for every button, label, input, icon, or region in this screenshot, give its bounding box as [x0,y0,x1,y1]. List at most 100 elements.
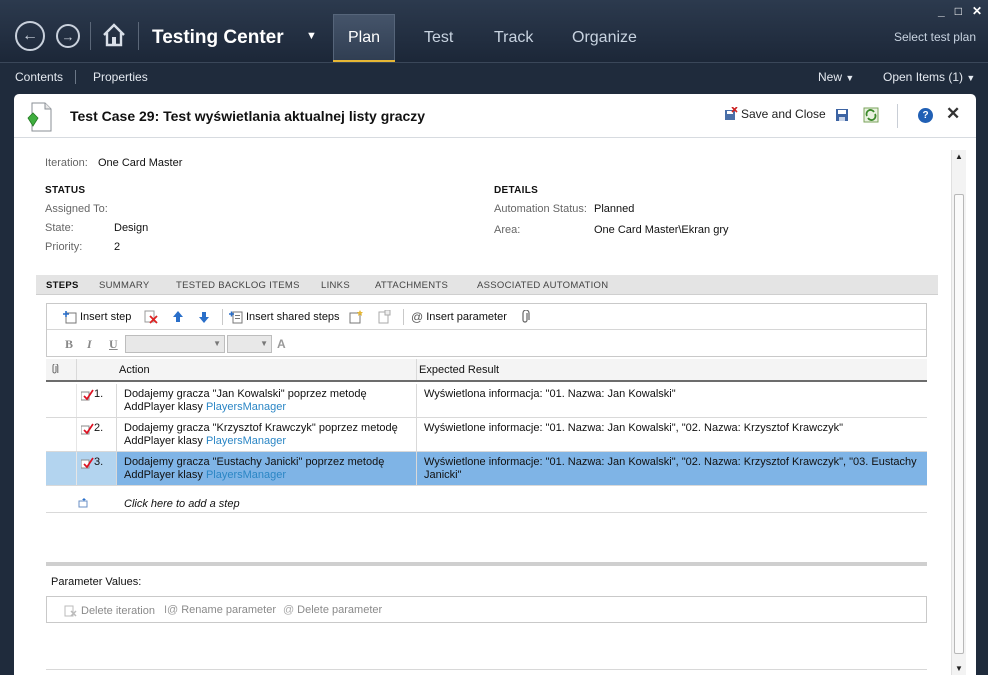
home-button[interactable] [101,22,127,48]
toolbar-divider [222,309,223,325]
move-up-icon[interactable] [171,310,185,324]
insert-step-button[interactable]: Insert step [63,310,131,324]
font-family-select[interactable]: ▼ [125,335,225,353]
test-case-tabs: STEPS SUMMARY TESTED BACKLOG ITEMS LINKS… [36,275,938,295]
table-row[interactable]: 2. Dodajemy gracza "Krzysztof Krawczyk" … [46,418,927,452]
test-case-icon [27,102,52,132]
back-button[interactable]: ← [15,21,45,51]
open-shared-steps-icon[interactable] [377,310,391,324]
insert-step-label: Insert step [80,311,132,323]
column-divider [416,359,417,380]
parameter-toolbar: Delete iteration I@ Rename parameter @ D… [46,596,927,623]
tab-track[interactable]: Track [494,29,533,47]
action-cell[interactable]: Dodajemy gracza "Krzysztof Krawczyk" pop… [116,418,416,451]
column-divider [76,359,77,380]
underline-button[interactable]: U [109,337,118,352]
save-icon[interactable] [834,107,850,123]
column-header-action[interactable]: Action [119,364,150,376]
open-items-menu[interactable]: Open Items (1) ▼ [883,70,975,84]
tab-attachments[interactable]: ATTACHMENTS [375,280,448,291]
chevron-down-icon: ▼ [966,73,976,83]
select-test-plan-link[interactable]: Select test plan [894,30,976,44]
expected-result-cell[interactable]: Wyświetlone informacje: "01. Nazwa: Jan … [416,418,927,451]
forward-button[interactable]: → [56,24,80,48]
expected-result-cell[interactable]: Wyświetlona informacja: "01. Nazwa: Jan … [416,384,927,417]
arrow-right-icon: → [61,28,75,44]
insert-parameter-button[interactable]: @ Insert parameter [411,310,507,324]
action-cell[interactable]: Dodajemy gracza "Jan Kowalski" poprzez m… [116,384,416,417]
parameter-values-label: Parameter Values: [51,576,142,588]
players-manager-link[interactable]: PlayersManager [206,469,286,481]
create-shared-steps-icon[interactable] [349,310,363,324]
insert-shared-steps-button[interactable]: Insert shared steps [229,310,340,324]
font-size-select[interactable]: ▼ [227,335,272,353]
expected-result-cell[interactable]: Wyświetlone informacje: "01. Nazwa: Jan … [416,452,927,485]
tab-organize[interactable]: Organize [572,29,637,47]
rename-parameter-button[interactable]: I@ Rename parameter [164,604,276,616]
maximize-button[interactable]: □ [955,4,962,18]
column-header-expected-result[interactable]: Expected Result [419,364,499,376]
save-and-close-label: Save and Close [741,107,826,121]
tab-plan[interactable]: Plan [348,29,380,47]
paperclip-icon[interactable] [519,310,533,324]
step-number: 2. [94,422,104,434]
action-text: Dodajemy gracza "Jan Kowalski" poprzez m… [124,388,416,414]
move-down-icon[interactable] [197,310,211,324]
minimize-button[interactable]: _ [938,4,945,18]
table-row-selected[interactable]: 3. Dodajemy gracza "Eustachy Janicki" po… [46,452,927,486]
pane-splitter[interactable] [46,562,927,566]
new-menu[interactable]: New ▼ [818,70,854,84]
add-step-placeholder: Click here to add a step [124,498,240,510]
scrollbar-thumb[interactable] [954,194,964,654]
priority-value[interactable]: 2 [114,241,120,253]
bold-button[interactable]: B [65,337,73,352]
add-step-row[interactable]: Click here to add a step [46,495,927,513]
players-manager-link[interactable]: PlayersManager [206,401,286,413]
tab-tested-backlog-items[interactable]: TESTED BACKLOG ITEMS [176,280,300,291]
action-line: Dodajemy gracza "Eustachy Janicki" poprz… [124,456,385,468]
scroll-down-arrow-icon[interactable]: ▼ [955,664,963,673]
chevron-down-icon[interactable]: ▼ [306,30,317,42]
formatting-row: B I U ▼ ▼ A [47,331,926,357]
font-color-icon[interactable]: A [277,337,286,351]
rename-parameter-icon: I@ [164,604,179,616]
close-document-icon[interactable]: ✕ [946,104,960,124]
state-value[interactable]: Design [114,222,148,234]
delete-iteration-button[interactable]: Delete iteration [64,604,155,618]
step-number-cell: 1. [76,384,116,417]
delete-parameter-button[interactable]: @ Delete parameter [283,604,382,616]
iteration-value[interactable]: One Card Master [98,157,182,169]
action-cell[interactable]: Dodajemy gracza "Eustachy Janicki" poprz… [116,452,416,485]
refresh-icon[interactable] [863,107,879,123]
insert-shared-steps-label: Insert shared steps [246,311,340,323]
scroll-up-arrow-icon[interactable]: ▲ [955,152,963,161]
automation-status-value[interactable]: Planned [594,203,634,215]
close-window-button[interactable]: ✕ [972,4,982,18]
players-manager-link[interactable]: PlayersManager [206,435,286,447]
tab-steps[interactable]: STEPS [46,280,79,291]
vertical-scrollbar[interactable]: ▲ ▼ [951,150,966,675]
chevron-down-icon: ▼ [213,339,221,348]
action-line: Dodajemy gracza "Jan Kowalski" poprzez m… [124,388,367,400]
italic-button[interactable]: I [87,337,92,352]
test-case-document: Test Case 29: Test wyświetlania aktualne… [14,94,976,675]
table-row[interactable]: 1. Dodajemy gracza "Jan Kowalski" poprze… [46,384,927,418]
action-line: Dodajemy gracza "Krzysztof Krawczyk" pop… [124,422,398,434]
tab-associated-automation[interactable]: ASSOCIATED AUTOMATION [477,280,608,291]
assigned-to-label: Assigned To: [45,203,108,215]
contents-link[interactable]: Contents [15,70,63,84]
insert-parameter-label: Insert parameter [426,311,507,323]
area-value[interactable]: One Card Master\Ekran gry [594,224,729,236]
help-icon[interactable]: ? [918,108,933,123]
tab-summary[interactable]: SUMMARY [99,280,150,291]
new-step-icon [78,498,88,508]
save-and-close-button[interactable]: Save and Close [724,107,826,121]
tab-test[interactable]: Test [424,29,453,47]
properties-link[interactable]: Properties [93,70,148,84]
step-number-cell: 2. [76,418,116,451]
delete-step-icon[interactable] [144,310,158,324]
tab-links[interactable]: LINKS [321,280,350,291]
paperclip-icon [52,364,59,374]
document-header: Test Case 29: Test wyświetlania aktualne… [14,94,976,138]
step-number-cell: 3. [76,452,116,485]
